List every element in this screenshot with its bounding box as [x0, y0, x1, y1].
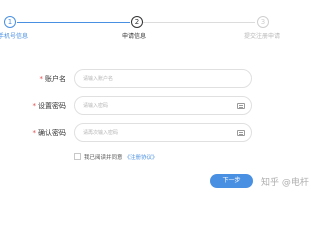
set-password-row: * 设置密码 请输入密码 [0, 96, 319, 116]
set-password-label: * 设置密码 [33, 101, 67, 111]
step-3-label: 提交注册申请 [244, 33, 281, 40]
keyboard-icon[interactable] [237, 103, 245, 109]
confirm-password-label: * 确认密码 [33, 128, 67, 138]
step-3-circle: 3 [257, 16, 269, 28]
stepper-line-completed [17, 22, 130, 23]
watermark: 知乎 @电杆 [261, 178, 309, 188]
required-marker: * [32, 102, 37, 110]
step-1-label: 手机号信息 [0, 33, 29, 40]
account-name-placeholder: 请输入账户名 [83, 76, 114, 82]
account-name-label: * 账户名 [40, 74, 67, 84]
account-name-label-text: 账户名 [45, 75, 66, 83]
set-password-input[interactable]: 请输入密码 [74, 96, 252, 115]
account-name-row: * 账户名 请输入账户名 [0, 69, 319, 89]
registration-page: 1 2 3 手机号信息 申请信息 提交注册申请 * 账户名 请输入账户名 * 设置密… [0, 0, 319, 200]
step-1-circle: 1 [4, 16, 16, 28]
progress-stepper: 1 2 3 手机号信息 申请信息 提交注册申请 [0, 0, 319, 44]
next-button[interactable]: 下一步 [210, 174, 253, 188]
agreement-link[interactable]: 《注册协议》 [125, 155, 158, 161]
step-2-label: 申请信息 [122, 33, 147, 40]
confirm-password-row: * 确认密码 请再次输入密码 [0, 123, 319, 143]
account-name-input[interactable]: 请输入账户名 [74, 69, 252, 88]
keyboard-icon[interactable] [237, 130, 245, 136]
agreement-checkbox[interactable] [74, 153, 81, 160]
set-password-placeholder: 请输入密码 [83, 103, 109, 109]
confirm-password-input[interactable]: 请再次输入密码 [74, 123, 252, 142]
required-marker: * [39, 75, 44, 83]
stepper-line-pending [142, 22, 255, 23]
set-password-label-text: 设置密码 [38, 102, 66, 110]
confirm-password-placeholder: 请再次输入密码 [83, 130, 119, 136]
agreement-text: 我已阅读并同意 [84, 155, 123, 161]
agreement-row: 我已阅读并同意 《注册协议》 [74, 153, 158, 163]
required-marker: * [32, 129, 37, 137]
step-2-circle: 2 [131, 16, 143, 28]
confirm-password-label-text: 确认密码 [38, 129, 66, 137]
